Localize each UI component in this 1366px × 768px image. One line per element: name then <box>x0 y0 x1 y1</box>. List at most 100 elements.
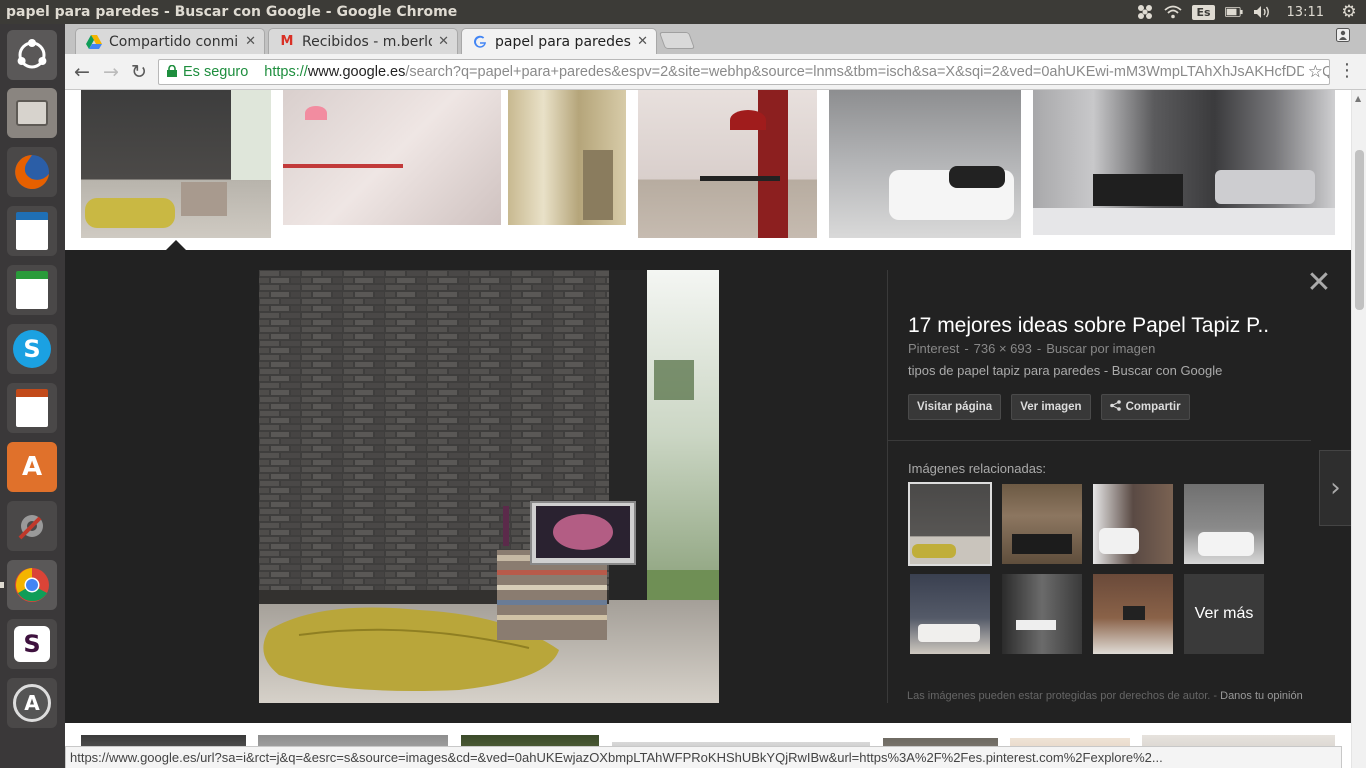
floor <box>1033 208 1335 235</box>
slack-icon[interactable]: S <box>7 619 57 669</box>
skype-icon[interactable]: S <box>7 324 57 374</box>
image-description: tipos de papel tapiz para paredes - Busc… <box>908 363 1223 378</box>
chrome-tab-strip: Compartido conmi ✕ M Recibidos - m.berlo… <box>65 24 1366 54</box>
result-thumbnail[interactable] <box>283 90 501 225</box>
window-title: papel para paredes - Buscar con Google -… <box>6 4 458 20</box>
see-more-button[interactable]: Ver más <box>1184 574 1264 654</box>
firefox-icon[interactable] <box>7 147 57 197</box>
related-image[interactable] <box>910 574 990 654</box>
close-tab-icon[interactable]: ✕ <box>637 34 648 49</box>
drawer-unit <box>583 150 613 220</box>
system-top-panel: papel para paredes - Buscar con Google -… <box>0 0 1366 24</box>
keyboard-layout-indicator[interactable]: Es <box>1192 4 1215 20</box>
selected-thumbnail-caret <box>166 240 186 250</box>
feedback-link[interactable]: Danos tu opinión <box>1220 690 1303 702</box>
chrome-menu-icon[interactable]: ⋮ <box>1338 62 1356 80</box>
grey-chaise <box>1215 170 1315 204</box>
related-image[interactable] <box>1184 484 1264 564</box>
settings-gear-icon[interactable]: ⚙ <box>1340 2 1358 22</box>
ubuntu-software-center-icon[interactable]: A <box>7 442 57 492</box>
red-wall-panel <box>758 90 788 238</box>
google-images-results: ✕ 17 mejores ideas sobre Papel Tapiz P..… <box>65 90 1351 768</box>
new-tab-button[interactable] <box>658 32 696 49</box>
result-thumbnail[interactable] <box>638 90 817 238</box>
related-image[interactable] <box>1093 574 1173 654</box>
scroll-up-arrow-icon[interactable]: ▲ <box>1355 94 1361 103</box>
tab-label: Compartido conmi <box>109 33 239 50</box>
google-drive-icon <box>86 34 102 50</box>
wifi-icon[interactable] <box>1164 4 1183 20</box>
libreoffice-impress-icon[interactable] <box>7 383 57 433</box>
pink-lamp <box>305 106 327 120</box>
dropbox-icon[interactable] <box>1136 4 1154 20</box>
yellow-cushion <box>85 198 175 228</box>
libreoffice-writer-icon[interactable] <box>7 206 57 256</box>
result-thumbnail[interactable] <box>81 90 271 238</box>
pink-table <box>283 164 403 168</box>
result-thumbnail[interactable] <box>508 90 626 225</box>
volume-icon[interactable] <box>1253 4 1271 20</box>
secure-label[interactable]: Es seguro <box>183 64 248 80</box>
next-image-chevron-icon[interactable]: › <box>1319 450 1351 526</box>
tv <box>1123 606 1145 620</box>
share-button[interactable]: Compartir <box>1100 394 1190 420</box>
tab-label: papel para paredes <box>495 33 631 50</box>
image-title-link[interactable]: 17 mejores ideas sobre Papel Tapiz P.. <box>908 314 1308 338</box>
related-image[interactable] <box>1002 574 1082 654</box>
url-scheme: https:// <box>264 64 308 80</box>
files-app-icon[interactable] <box>7 88 57 138</box>
chrome-icon[interactable] <box>7 560 57 610</box>
close-tab-icon[interactable]: ✕ <box>438 34 449 49</box>
red-pendant-lamp <box>730 110 766 130</box>
white-chair <box>1099 528 1139 554</box>
related-image[interactable] <box>1002 484 1082 564</box>
preview-actions: Visitar página Ver imagen Compartir <box>908 394 1190 420</box>
share-label: Compartir <box>1125 401 1181 413</box>
forward-arrow-icon[interactable]: → <box>100 61 122 83</box>
system-settings-icon[interactable] <box>7 501 57 551</box>
software-updater-icon[interactable]: A <box>7 678 57 728</box>
close-preview-icon[interactable]: ✕ <box>1305 268 1333 298</box>
url-host: www.google.es <box>307 64 406 80</box>
preview-image[interactable] <box>259 270 719 703</box>
window-view <box>231 90 271 180</box>
result-thumbnail[interactable] <box>1033 90 1335 235</box>
related-images-header: Imágenes relacionadas: <box>908 461 1047 476</box>
source-link[interactable]: Pinterest <box>908 341 959 356</box>
visit-page-button[interactable]: Visitar página <box>908 394 1002 420</box>
profile-icon[interactable] <box>1332 28 1354 44</box>
result-thumbnail[interactable] <box>829 90 1021 238</box>
tab-gmail[interactable]: M Recibidos - m.berlo ✕ <box>268 28 458 54</box>
active-app-indicator <box>0 582 4 588</box>
lock-icon <box>167 64 177 80</box>
gmail-icon: M <box>280 34 294 49</box>
section-divider <box>887 440 1311 441</box>
black-sofa <box>1093 174 1183 206</box>
reload-icon[interactable]: ↻ <box>128 61 150 83</box>
yellow-cushion <box>912 544 956 558</box>
battery-icon[interactable] <box>1224 4 1243 20</box>
address-bar[interactable]: Es seguro https://www.google.es/search?q… <box>158 59 1330 85</box>
close-tab-icon[interactable]: ✕ <box>245 34 256 49</box>
dining-table <box>700 176 780 181</box>
magazine-stack <box>181 182 227 216</box>
ubuntu-dash-icon[interactable] <box>7 30 57 80</box>
scrollbar-thumb[interactable] <box>1355 150 1364 310</box>
google-g-icon <box>472 34 488 50</box>
chrome-toolbar: ← → ↻ Es seguro https://www.google.es/se… <box>65 54 1366 90</box>
white-counter <box>1016 620 1056 630</box>
share-icon <box>1109 400 1121 414</box>
back-arrow-icon[interactable]: ← <box>71 61 93 83</box>
tab-google-drive[interactable]: Compartido conmi ✕ <box>75 28 265 54</box>
related-image[interactable] <box>908 482 992 566</box>
search-by-image-link[interactable]: Buscar por imagen <box>1046 341 1155 356</box>
page-scrollbar[interactable]: ▲ <box>1351 90 1366 768</box>
bookmark-star-icon[interactable]: ☆ <box>1303 62 1323 82</box>
panel-divider <box>887 270 888 703</box>
related-image[interactable] <box>1093 484 1173 564</box>
tab-google-search[interactable]: papel para paredes ✕ <box>461 28 657 54</box>
clock[interactable]: 13:11 <box>1281 5 1330 20</box>
black-pillow <box>949 166 1005 188</box>
libreoffice-calc-icon[interactable] <box>7 265 57 315</box>
view-image-button[interactable]: Ver imagen <box>1011 394 1091 420</box>
